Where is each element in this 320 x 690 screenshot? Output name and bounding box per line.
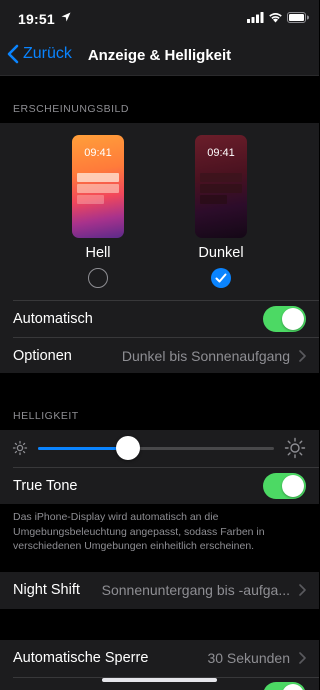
preview-notification	[200, 173, 242, 182]
page-title: Anzeige & Helligkeit	[87, 47, 232, 64]
chevron-right-icon	[299, 350, 306, 362]
automatic-label: Automatisch	[13, 311, 93, 327]
brightness-slider-row	[0, 430, 319, 466]
auto-lock-value: 30 Sekunden	[207, 650, 290, 666]
preview-clock: 09:41	[84, 147, 112, 159]
options-row[interactable]: Optionen Dunkel bis Sonnenaufgang	[0, 338, 319, 374]
appearance-group: 09:41 Hell 09:41 Dunkel Automatisch Opti…	[0, 123, 319, 373]
dark-option-label: Dunkel	[198, 245, 244, 261]
light-option-label: Hell	[85, 245, 111, 261]
options-label: Optionen	[13, 348, 72, 364]
dark-mode-preview: 09:41	[195, 135, 247, 238]
brightness-section-header: HELLIGKEIT	[13, 410, 79, 422]
preview-notification	[77, 195, 104, 204]
preview-clock: 09:41	[207, 147, 235, 159]
true-tone-toggle[interactable]	[263, 473, 306, 499]
chevron-right-icon	[299, 584, 306, 596]
night-shift-value: Sonnenuntergang bis -aufga...	[101, 582, 290, 598]
dark-option-radio-selected[interactable]	[211, 268, 231, 288]
automatic-toggle[interactable]	[263, 306, 306, 332]
wifi-icon	[269, 13, 282, 23]
true-tone-row: True Tone	[0, 468, 319, 504]
auto-lock-label: Automatische Sperre	[13, 650, 149, 666]
brightness-slider-fill	[38, 447, 128, 450]
brightness-slider-thumb[interactable]	[115, 436, 140, 460]
next-row-toggle[interactable]	[263, 682, 306, 690]
options-value: Dunkel bis Sonnenaufgang	[121, 348, 290, 364]
preview-notification	[200, 195, 227, 204]
status-time: 19:51	[18, 11, 55, 27]
true-tone-label: True Tone	[13, 478, 78, 494]
home-indicator[interactable]	[102, 678, 217, 682]
location-arrow-icon	[61, 12, 71, 22]
sun-large-icon	[284, 437, 306, 459]
automatic-row: Automatisch	[0, 301, 319, 337]
appearance-option-light[interactable]: 09:41 Hell	[63, 123, 133, 293]
battery-icon	[287, 12, 309, 23]
preview-notification	[77, 173, 119, 182]
appearance-section-header: ERSCHEINUNGSBILD	[13, 103, 129, 115]
brightness-group: True Tone	[0, 430, 319, 504]
navigation-bar: Zurück Anzeige & Helligkeit	[0, 36, 319, 76]
night-shift-group: Night Shift Sonnenuntergang bis -aufga..…	[0, 572, 319, 609]
auto-lock-row[interactable]: Automatische Sperre 30 Sekunden	[0, 640, 319, 676]
appearance-option-dark[interactable]: 09:41 Dunkel	[186, 123, 256, 293]
light-option-radio[interactable]	[88, 268, 108, 288]
night-shift-label: Night Shift	[13, 582, 80, 598]
preview-notification	[200, 184, 242, 193]
chevron-right-icon	[299, 652, 306, 664]
status-bar: 19:51	[0, 0, 319, 36]
true-tone-footnote: Das iPhone-Display wird automatisch an d…	[13, 511, 265, 552]
cellular-signal-icon	[247, 12, 264, 23]
preview-notification	[77, 184, 119, 193]
night-shift-row[interactable]: Night Shift Sonnenuntergang bis -aufga..…	[0, 572, 319, 608]
light-mode-preview: 09:41	[72, 135, 124, 238]
sun-small-icon	[12, 440, 28, 456]
auto-lock-group: Automatische Sperre 30 Sekunden	[0, 640, 319, 690]
checkmark-icon	[215, 273, 227, 283]
